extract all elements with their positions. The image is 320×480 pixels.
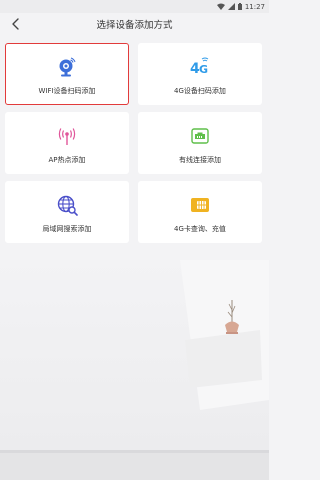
hotspot-icon	[56, 125, 78, 147]
sim-card-icon	[189, 194, 211, 216]
option-label: AP热点添加	[48, 156, 86, 164]
option-4g-scan[interactable]: 4 G 4G设备扫码添加	[138, 43, 262, 105]
4g-icon: 4 G	[189, 56, 211, 78]
option-4g-card[interactable]: 4G卡查询、充值	[138, 181, 262, 243]
option-label: 4G卡查询、充值	[174, 225, 226, 233]
option-label: 4G设备扫码添加	[174, 87, 226, 95]
option-ap-hotspot[interactable]: AP热点添加	[5, 112, 129, 174]
status-time: 11:27	[244, 2, 265, 11]
table-shape	[0, 450, 269, 480]
wifi-camera-icon	[56, 56, 78, 78]
window-light-shape	[180, 260, 269, 410]
option-wifi-scan[interactable]: WIFI设备扫码添加	[5, 43, 129, 105]
wifi-signal-icon	[216, 3, 225, 10]
cellular-signal-icon	[227, 3, 235, 10]
ethernet-icon	[189, 125, 211, 147]
option-label: 局域网搜索添加	[42, 225, 92, 233]
status-bar: 11:27	[0, 0, 269, 13]
svg-text:G: G	[199, 63, 208, 76]
option-label: WIFI设备扫码添加	[38, 87, 96, 95]
background-illustration	[0, 260, 269, 480]
option-lan-search[interactable]: 局域网搜索添加	[5, 181, 129, 243]
top-bar: 选择设备添加方式	[0, 13, 269, 35]
option-label: 有线连接添加	[179, 156, 221, 164]
page-title: 选择设备添加方式	[96, 20, 173, 31]
add-method-grid: WIFI设备扫码添加 4 G 4G设备扫码添加 AP热点添加 有线连接添加 局域…	[5, 43, 264, 243]
option-wired[interactable]: 有线连接添加	[138, 112, 262, 174]
battery-icon	[237, 3, 242, 10]
lan-search-icon	[56, 194, 78, 216]
